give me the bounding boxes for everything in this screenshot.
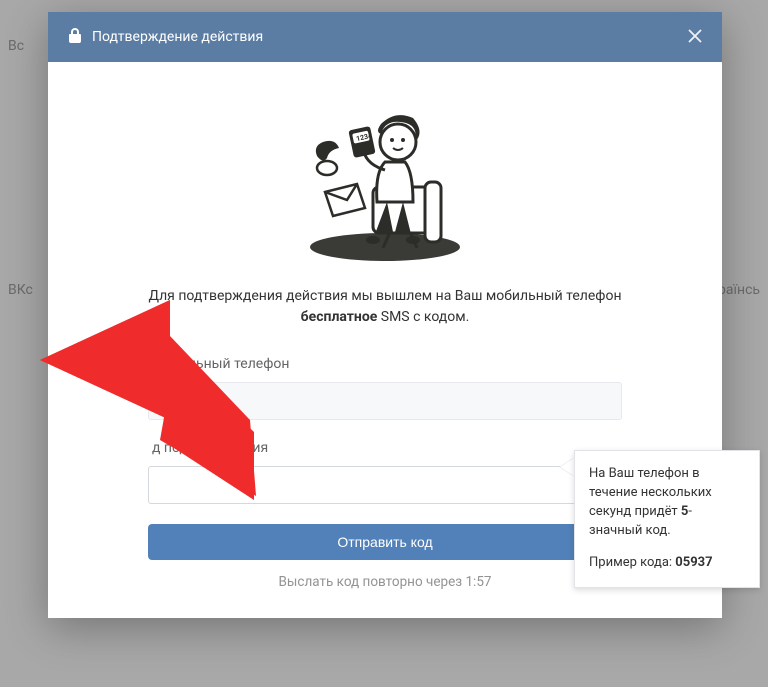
phone-display: +3 55 xyxy=(148,382,622,420)
illustration: 1234 xyxy=(295,92,475,262)
resend-countdown: Выслать код повторно через 1:57 xyxy=(148,574,622,590)
background-text: Вс xyxy=(8,38,24,54)
code-label: д подтверждения xyxy=(148,440,622,456)
phone-field-group: Мобильный телефон +3 55 xyxy=(148,356,622,420)
tooltip: На Ваш телефон в течение нескольких секу… xyxy=(574,450,760,588)
submit-button[interactable]: Отправить код xyxy=(148,524,622,560)
background-footer: ВКс xyxy=(8,282,33,298)
instruction-text: Для подтверждения действия мы вышлем на … xyxy=(148,286,622,328)
code-field-group: д подтверждения xyxy=(148,440,622,504)
tooltip-pointer xyxy=(560,458,574,476)
modal-header: Подтверждение действия xyxy=(48,12,722,62)
lock-icon xyxy=(68,27,82,47)
code-input[interactable] xyxy=(148,466,622,504)
modal-header-left: Подтверждение действия xyxy=(68,27,263,47)
close-icon[interactable] xyxy=(688,28,702,47)
modal-title: Подтверждение действия xyxy=(92,29,263,45)
phone-label: Мобильный телефон xyxy=(148,356,622,372)
